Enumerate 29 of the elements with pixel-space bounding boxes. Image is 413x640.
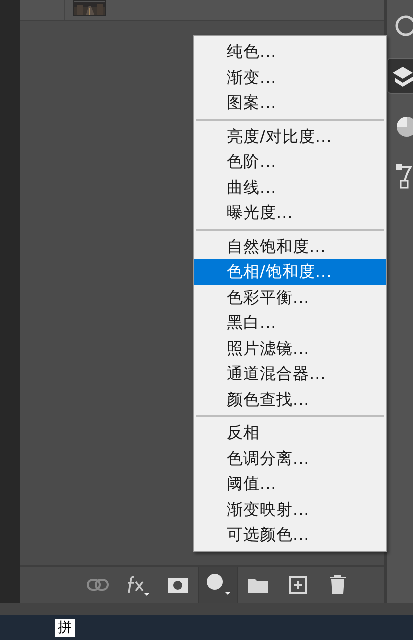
menu-item[interactable]: 图案... xyxy=(194,90,386,116)
menu-item[interactable]: 自然饱和度... xyxy=(194,234,386,259)
menu-item[interactable]: 可选颜色... xyxy=(194,522,386,548)
menu-item[interactable]: 通道混合器... xyxy=(194,361,386,386)
folder-icon xyxy=(246,576,269,594)
new-layer-icon xyxy=(288,576,307,594)
menu-item[interactable]: 照片滤镜... xyxy=(194,336,386,361)
menu-item[interactable]: 色彩平衡... xyxy=(194,284,386,310)
path-icon xyxy=(395,163,413,189)
menu-item[interactable]: 阈值... xyxy=(194,471,386,496)
mask-icon xyxy=(168,578,188,592)
menu-item[interactable]: 纯色... xyxy=(194,39,386,64)
menu-item[interactable]: 亮度/对比度... xyxy=(194,124,386,149)
menu-item[interactable]: 色调分离... xyxy=(194,446,386,471)
menu-item[interactable]: 色阶... xyxy=(194,149,386,174)
menu-item[interactable]: 曲线... xyxy=(194,174,386,200)
menu-item[interactable]: 渐变... xyxy=(194,64,386,90)
menu-item[interactable]: 曝光度... xyxy=(194,200,386,226)
menu-item[interactable]: 反相 xyxy=(194,420,386,446)
link-icon xyxy=(86,579,109,591)
menu-item[interactable]: 色相/饱和度... xyxy=(194,259,386,284)
toolbar-button[interactable] xyxy=(198,567,238,603)
menu-item[interactable]: 渐变映射... xyxy=(194,496,386,522)
menu-item[interactable]: 黑白... xyxy=(194,310,386,336)
layers-icon xyxy=(393,65,413,87)
dock-button[interactable] xyxy=(387,58,413,94)
menu-item[interactable]: 颜色查找... xyxy=(194,386,386,412)
trash-icon xyxy=(328,575,347,595)
input-method-indicator[interactable]: 拼 xyxy=(55,618,75,636)
